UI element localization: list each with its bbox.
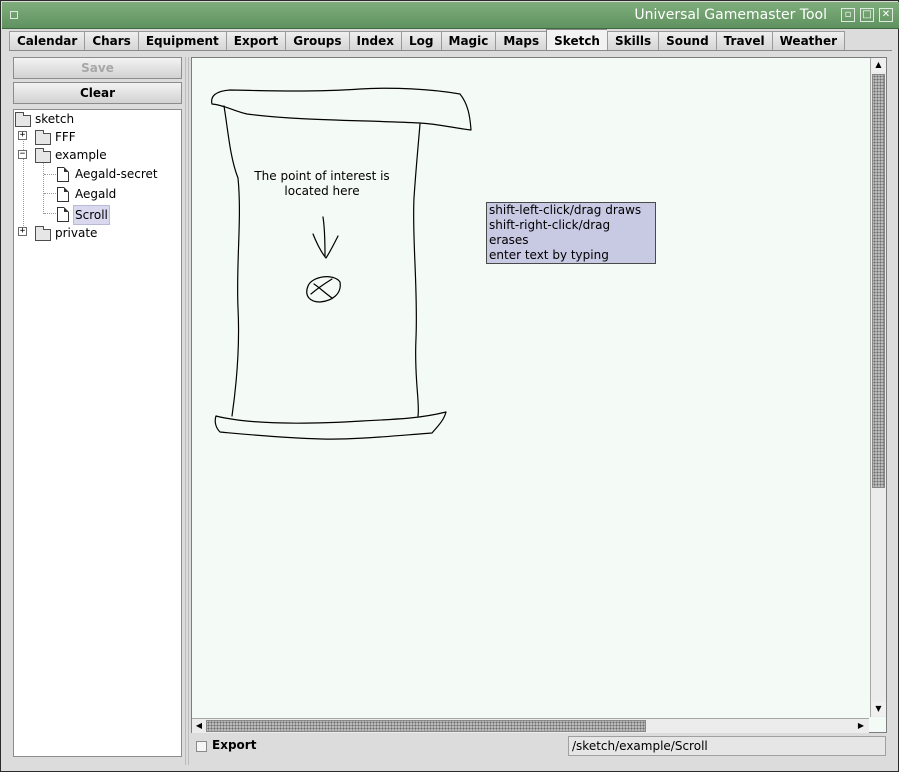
expand-icon[interactable]: + bbox=[18, 227, 27, 236]
close-icon[interactable]: ✕ bbox=[879, 8, 893, 22]
tab-sound[interactable]: Sound bbox=[658, 31, 716, 51]
tree-guide-line bbox=[44, 174, 56, 175]
help-line-erase: shift-right-click/drag erases bbox=[489, 218, 611, 247]
tab-travel[interactable]: Travel bbox=[715, 31, 772, 51]
tab-index[interactable]: Index bbox=[348, 31, 402, 51]
tab-skills[interactable]: Skills bbox=[606, 31, 659, 51]
scroll-drawing bbox=[211, 87, 472, 440]
tree-node-label: FFF bbox=[55, 130, 76, 144]
help-tooltip: shift-left-click/drag draws shift-right-… bbox=[486, 202, 656, 264]
export-checkbox[interactable] bbox=[196, 741, 207, 752]
folder-icon bbox=[35, 226, 51, 241]
tab-chars[interactable]: Chars bbox=[84, 31, 138, 51]
tab-divider bbox=[9, 50, 892, 51]
tree-node-label: Scroll bbox=[73, 205, 110, 225]
document-icon bbox=[57, 187, 69, 202]
tree-guide-line bbox=[44, 213, 56, 214]
tab-groups[interactable]: Groups bbox=[285, 31, 349, 51]
horizontal-scroll-thumb[interactable] bbox=[206, 720, 646, 732]
sketch-canvas[interactable]: The point of interest is located here sh… bbox=[192, 58, 869, 717]
title-bar[interactable]: Universal Gamemaster Tool ▫ □ ✕ bbox=[2, 2, 899, 29]
minimize-icon[interactable]: ▫ bbox=[841, 8, 855, 22]
horizontal-scrollbar[interactable]: ◀ ▶ bbox=[192, 718, 869, 733]
folder-icon bbox=[15, 112, 31, 127]
scroll-left-icon[interactable]: ◀ bbox=[192, 719, 206, 733]
collapse-icon[interactable]: − bbox=[18, 150, 27, 159]
footer-bar: Export /sketch/example/Scroll bbox=[191, 735, 887, 757]
tree-node-label: example bbox=[55, 148, 107, 162]
tab-sketch[interactable]: Sketch bbox=[546, 29, 607, 51]
tab-bar: Calendar Chars Equipment Export Groups I… bbox=[9, 29, 846, 51]
sketch-text-line: located here bbox=[284, 184, 360, 198]
tree-guide-line bbox=[44, 193, 56, 194]
tab-export[interactable]: Export bbox=[225, 31, 286, 51]
save-button[interactable]: Save bbox=[13, 57, 182, 79]
sketch-sidebar: Save Clear sketch + FFF − example Aegald… bbox=[9, 53, 187, 765]
tree-node-label: sketch bbox=[35, 112, 75, 126]
tree-node-label: Aegald bbox=[75, 187, 117, 201]
clear-button[interactable]: Clear bbox=[13, 82, 182, 104]
app-window: Universal Gamemaster Tool ▫ □ ✕ Calendar… bbox=[0, 0, 899, 772]
maximize-icon[interactable]: □ bbox=[860, 8, 874, 22]
sketch-canvas-area: The point of interest is located here sh… bbox=[191, 57, 887, 733]
path-field: /sketch/example/Scroll bbox=[568, 736, 886, 756]
tree-guide-line bbox=[43, 162, 44, 214]
export-label[interactable]: Export bbox=[212, 738, 256, 752]
window-title: Universal Gamemaster Tool bbox=[634, 7, 827, 23]
expand-icon[interactable]: + bbox=[18, 131, 27, 140]
sketch-text-line: The point of interest is bbox=[254, 169, 390, 183]
tab-magic[interactable]: Magic bbox=[440, 31, 496, 51]
help-line-draw: shift-left-click/drag draws bbox=[489, 203, 642, 217]
scroll-right-icon[interactable]: ▶ bbox=[854, 719, 868, 733]
document-icon bbox=[57, 207, 69, 222]
tree-node-label: private bbox=[55, 226, 98, 240]
folder-icon bbox=[35, 148, 51, 163]
scroll-down-icon[interactable]: ▼ bbox=[871, 702, 886, 716]
vertical-scroll-thumb[interactable] bbox=[872, 74, 885, 488]
folder-icon bbox=[35, 130, 51, 145]
sketch-tree[interactable]: sketch + FFF − example Aegald-secret Aeg… bbox=[13, 109, 182, 757]
panel-splitter[interactable] bbox=[185, 57, 189, 765]
vertical-scrollbar[interactable]: ▲ ▼ bbox=[870, 58, 886, 717]
help-line-type: enter text by typing bbox=[489, 248, 609, 262]
tab-calendar[interactable]: Calendar bbox=[9, 31, 85, 51]
window-menu-icon[interactable] bbox=[10, 11, 18, 19]
scroll-up-icon[interactable]: ▲ bbox=[871, 58, 886, 72]
tab-log[interactable]: Log bbox=[401, 31, 441, 51]
tab-maps[interactable]: Maps bbox=[495, 31, 547, 51]
tab-weather[interactable]: Weather bbox=[771, 31, 846, 51]
document-icon bbox=[57, 167, 69, 182]
tree-node-label: Aegald-secret bbox=[75, 167, 158, 181]
tab-equipment[interactable]: Equipment bbox=[137, 31, 226, 51]
